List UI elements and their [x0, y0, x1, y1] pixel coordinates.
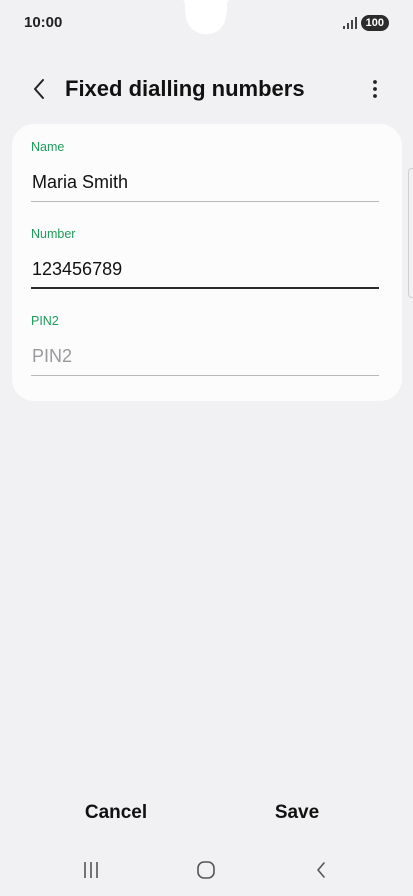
number-input[interactable]	[31, 259, 379, 289]
number-label: Number	[31, 227, 76, 241]
signal-bars-icon	[342, 17, 357, 29]
contact-form-card: Name Number PIN2	[12, 124, 402, 401]
page-title: Fixed dialling numbers	[65, 76, 305, 101]
home-button[interactable]	[191, 858, 221, 882]
status-time: 10:00	[24, 14, 63, 31]
name-input[interactable]	[31, 172, 379, 202]
camera-notch	[170, 0, 242, 36]
name-label: Name	[31, 140, 65, 154]
more-vertical-icon	[373, 80, 377, 98]
screen: 10:00 100 Fixed dialling numbers Name Ma…	[0, 0, 413, 896]
pin2-label: PIN2	[31, 314, 59, 328]
name-field: Name	[31, 140, 379, 202]
pin2-input[interactable]	[31, 346, 379, 376]
number-field: Number	[31, 227, 379, 289]
system-back-button[interactable]	[306, 858, 336, 882]
battery-badge: 100	[360, 15, 389, 31]
navigation-bar	[0, 850, 413, 890]
recent-apps-icon	[84, 862, 98, 878]
status-indicators: 100	[342, 14, 389, 32]
home-icon	[197, 861, 215, 879]
recent-apps-button[interactable]	[76, 858, 106, 882]
app-header: Fixed dialling numbers	[0, 66, 413, 112]
back-button[interactable]	[24, 74, 54, 104]
cancel-button[interactable]: Cancel	[46, 802, 186, 824]
action-bar: Cancel Save	[0, 796, 413, 836]
back-icon	[317, 862, 325, 878]
pin2-field: PIN2	[31, 314, 379, 376]
more-options-button[interactable]	[363, 74, 387, 104]
chevron-left-icon	[34, 79, 44, 99]
status-bar: 10:00 100	[0, 0, 413, 44]
edge-panel-handle[interactable]	[408, 168, 413, 298]
save-button[interactable]: Save	[227, 802, 367, 824]
